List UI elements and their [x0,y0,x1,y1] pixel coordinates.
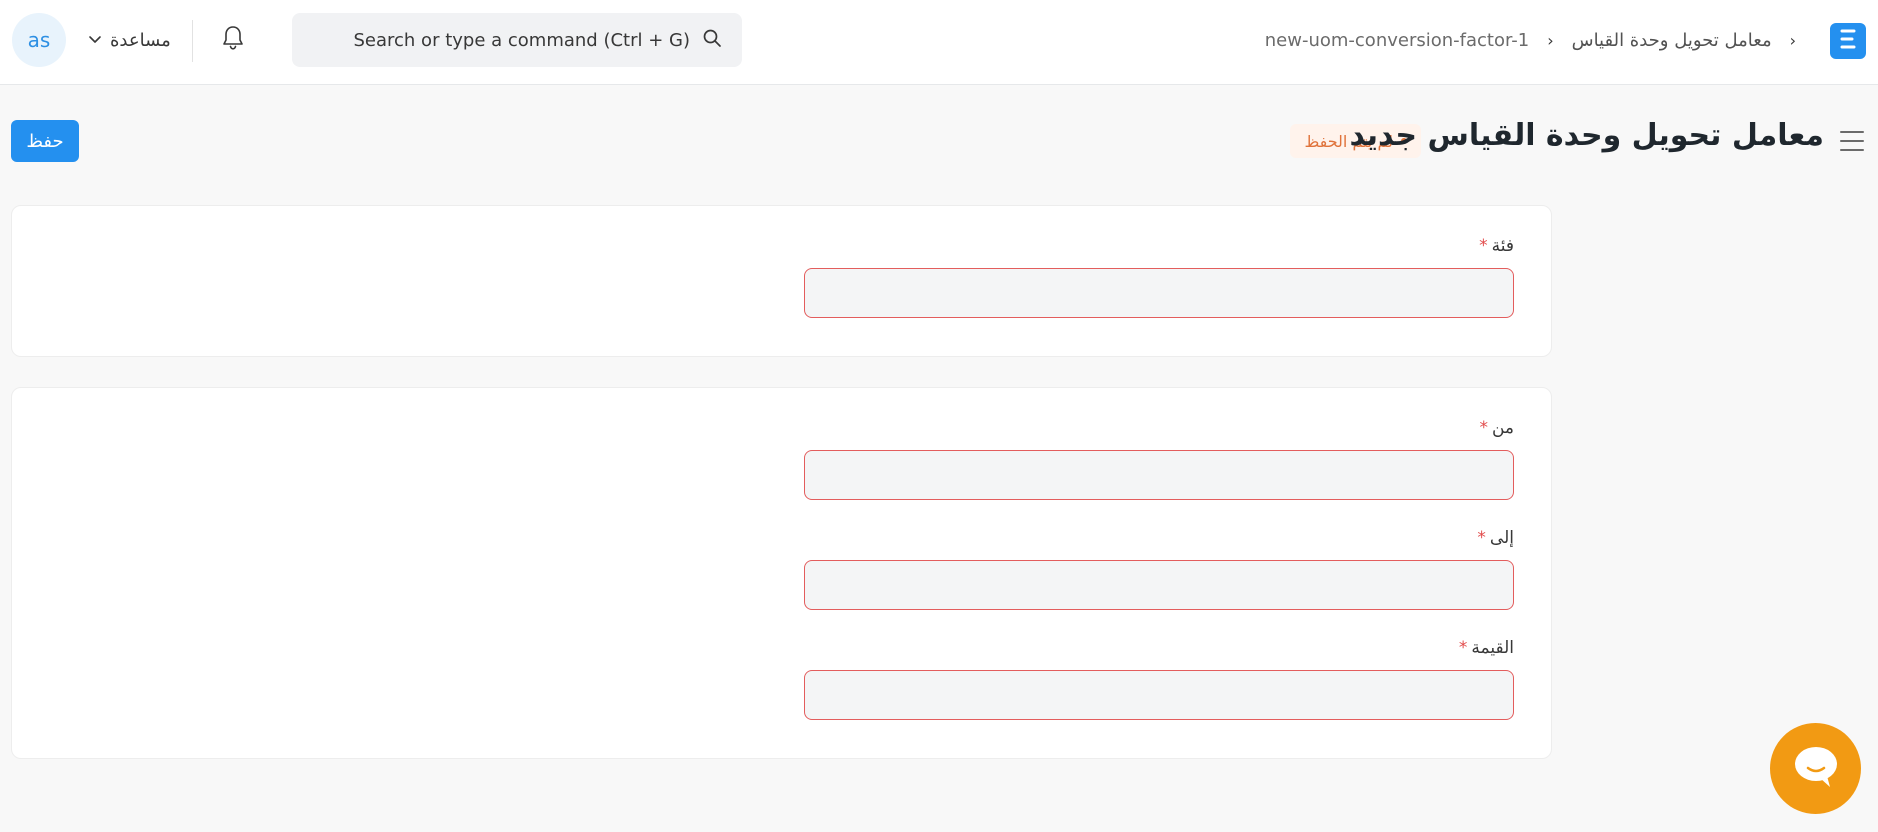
chevron-down-icon [88,30,102,51]
required-indicator: * [1458,638,1468,658]
breadcrumb-separator: › [1547,30,1554,50]
to-label: إلى* [1477,528,1514,548]
app-logo-icon [1839,28,1857,54]
breadcrumb-separator: › [1789,30,1796,50]
search-icon [702,28,722,52]
search-bar[interactable]: Search or type a command (Ctrl + G) [292,13,742,67]
avatar-initials: as [27,28,51,52]
category-input[interactable] [804,268,1514,318]
from-label: من* [1479,418,1514,438]
user-avatar[interactable]: as [12,13,66,67]
to-input[interactable] [804,560,1514,610]
from-input[interactable] [804,450,1514,500]
value-label: القيمة* [1458,638,1514,658]
save-button[interactable]: حفظ [11,120,79,162]
bell-icon [221,25,245,55]
chat-icon [1790,743,1842,795]
page-head: حفظ لم يتم الحفظ معامل تحويل وحدة القياس… [0,100,1878,185]
breadcrumb-current[interactable]: new-uom-conversion-factor-1 [1265,30,1529,51]
breadcrumb: new-uom-conversion-factor-1 › معامل تحوي… [1265,24,1796,56]
help-label: مساعدة [110,29,171,51]
category-label: فئة* [1479,236,1514,256]
app-logo[interactable] [1830,23,1866,59]
navbar: as مساعدة Search or type a command (Ctrl… [0,0,1878,85]
form-section-category: فئة* [11,205,1552,357]
page-title: معامل تحويل وحدة القياس جديد [1349,118,1824,153]
navbar-divider [192,20,193,62]
required-indicator: * [1479,418,1488,438]
help-dropdown[interactable]: مساعدة [88,24,171,56]
search-input[interactable]: Search or type a command (Ctrl + G) [312,30,691,51]
value-input[interactable] [804,670,1514,720]
required-indicator: * [1479,236,1488,256]
breadcrumb-doctype[interactable]: معامل تحويل وحدة القياس [1572,30,1772,51]
notifications-button[interactable] [217,24,249,56]
chat-button[interactable] [1770,723,1861,814]
menu-icon[interactable] [1838,128,1866,154]
required-indicator: * [1477,528,1486,548]
form-section-conversion: من* إلى* القيمة* [11,387,1552,759]
